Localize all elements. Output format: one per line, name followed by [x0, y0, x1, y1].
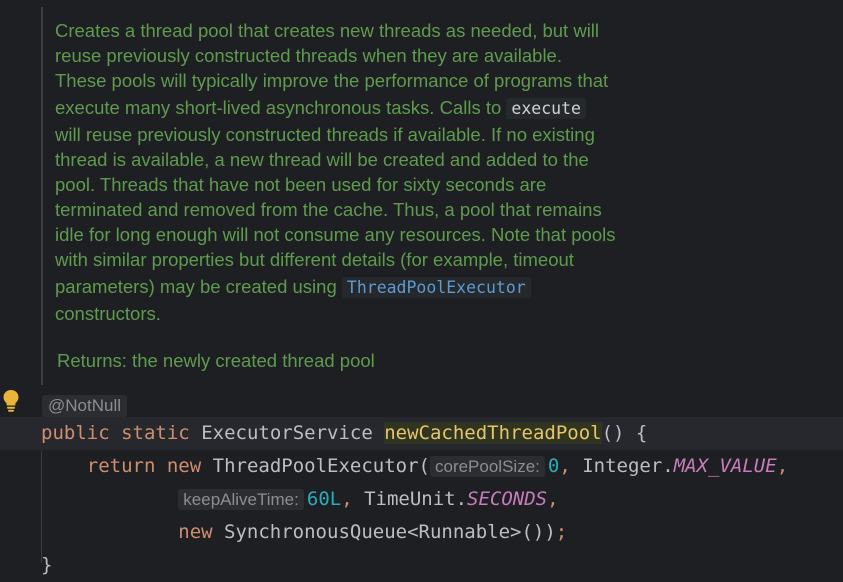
constant: MAX_VALUE	[673, 455, 777, 477]
param-hint-core-pool-size: corePoolSize:	[429, 456, 545, 477]
code-line-5[interactable]: }	[0, 549, 843, 582]
doc-line: pool. Threads that have not been used fo…	[55, 174, 547, 195]
doc-line: constructors.	[55, 303, 161, 324]
code-line-2[interactable]: return new ThreadPoolExecutor(corePoolSi…	[0, 450, 843, 483]
code-line-1[interactable]: public static ExecutorService newCachedT…	[0, 417, 843, 450]
code-text: SynchronousQueue<Runnable>())	[212, 521, 556, 543]
doc-line: thread is available, a new thread will b…	[55, 149, 589, 170]
comma: ,	[341, 488, 365, 510]
constant: SECONDS	[467, 488, 548, 510]
class-name: Integer.	[582, 455, 674, 477]
doc-line: with similar properties but different de…	[55, 249, 574, 270]
code-line-4[interactable]: new SynchronousQueue<Runnable>());	[0, 516, 843, 549]
thread-pool-executor-link[interactable]: ThreadPoolExecutor	[341, 277, 531, 298]
doc-line: parameters) may be created using ThreadP…	[55, 272, 665, 301]
doc-text: parameters) may be created using	[55, 276, 337, 297]
doc-line: reuse previously constructed threads whe…	[55, 45, 562, 66]
doc-line: will reuse previously constructed thread…	[55, 124, 595, 145]
semicolon: ;	[555, 521, 568, 543]
lightbulb-icon[interactable]	[2, 389, 20, 413]
number-literal: 60L	[306, 488, 342, 510]
indent-guide	[41, 451, 42, 563]
annotation-hint-notnull: @NotNull	[42, 395, 127, 417]
doc-line: Creates a thread pool that creates new t…	[55, 20, 600, 41]
doc-description: Creates a thread pool that creates new t…	[55, 18, 665, 326]
inline-code-execute: execute	[506, 98, 586, 119]
return-type: ExecutorService	[201, 422, 373, 444]
class-name: TimeUnit.	[364, 488, 468, 510]
method-name: newCachedThreadPool	[384, 422, 602, 444]
comma: ,	[776, 455, 789, 477]
quick-documentation: Creates a thread pool that creates new t…	[41, 7, 683, 385]
class-name: ThreadPoolExecutor(	[212, 455, 430, 477]
doc-returns: Returns: the newly created thread pool	[57, 350, 375, 371]
keyword: return	[86, 455, 156, 477]
keyword: public	[41, 422, 110, 444]
param-hint-keep-alive-time: keepAliveTime:	[178, 489, 304, 510]
code-punct: () {	[601, 422, 648, 444]
comma: ,	[559, 455, 583, 477]
keyword: static	[121, 422, 190, 444]
doc-line: These pools will typically improve the p…	[55, 70, 609, 91]
code-line-3[interactable]: keepAliveTime: 60L, TimeUnit.SECONDS,	[0, 483, 843, 516]
keyword: new	[178, 521, 213, 543]
doc-text: execute many short-lived asynchronous ta…	[55, 97, 502, 118]
doc-line: idle for long enough will not consume an…	[55, 224, 616, 245]
doc-line: terminated and removed from the cache. T…	[55, 199, 602, 220]
doc-line: execute many short-lived asynchronous ta…	[55, 93, 665, 122]
comma: ,	[547, 488, 559, 510]
keyword: new	[166, 455, 202, 477]
number-literal: 0	[547, 455, 560, 477]
